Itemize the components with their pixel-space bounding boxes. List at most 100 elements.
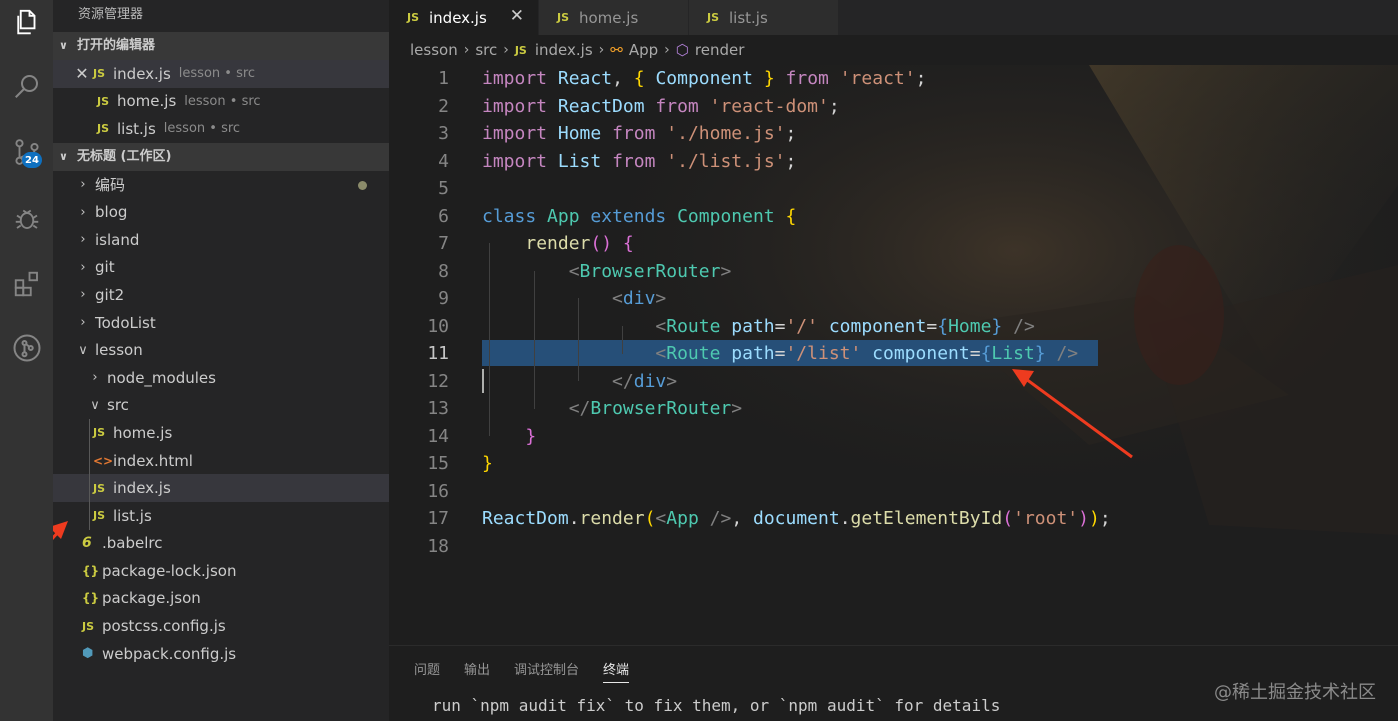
chevron-right-icon: › [463,42,470,58]
breadcrumb-item[interactable]: index.js [535,41,593,59]
chevron-right-icon: › [80,232,86,248]
js-file-icon: JS [707,11,720,24]
open-editor-item[interactable]: JS list.js lesson • src [53,115,389,143]
open-editors-header[interactable]: ∨ 打开的编辑器 [53,32,389,60]
tab-list-js[interactable]: JS list.js [689,0,839,35]
explorer-sidebar: 资源管理器 ∨ 打开的编辑器 ✕ JS index.js lesson • sr… [53,0,389,721]
code-line: 5 [438,178,449,199]
activity-bar: 24 [0,0,53,721]
chevron-right-icon: › [80,315,86,331]
file-item[interactable]: <> index.html [53,446,389,475]
code-line: 9 <div> [438,288,667,309]
babel-file-icon: 6 [82,535,92,552]
js-file-icon: JS [557,11,570,24]
editor-tabs: JS index.js ✕ JS home.js JS list.js [389,0,1398,35]
close-icon[interactable]: ✕ [510,6,524,26]
chevron-down-icon: ∨ [90,397,100,413]
chevron-down-icon: ∨ [78,342,88,358]
extensions-icon[interactable] [0,262,53,306]
breadcrumb-item[interactable]: src [475,41,497,59]
html-file-icon: <> [93,453,114,468]
folder-item-lesson[interactable]: ∨ lesson [53,336,389,364]
code-line: 3 import Home from './home.js'; [438,123,797,144]
debug-icon[interactable] [0,196,53,240]
js-file-icon: JS [82,619,95,633]
tab-terminal[interactable]: 终端 [603,659,630,683]
js-file-icon: JS [93,481,106,495]
breadcrumb-item[interactable]: App [629,41,658,59]
workspace-header[interactable]: ∨ 无标题 (工作区) [53,142,389,171]
bottom-panel: 问题 输出 调试控制台 终端 run `npm audit fix` to fi… [389,645,1398,721]
code-line: 2 import ReactDom from 'react-dom'; [438,95,840,117]
tab-index-js[interactable]: JS index.js ✕ [389,0,539,35]
tab-debug-console[interactable]: 调试控制台 [514,659,579,683]
file-item[interactable]: ⬢ webpack.config.js [53,640,389,668]
js-file-icon: JS [93,67,106,81]
file-path-desc: lesson • src [163,121,241,137]
code-line: 7 render() { [438,233,634,254]
code-line: 12 </div> [427,370,678,392]
file-name: home.js [117,92,177,111]
folder-item[interactable]: › 编码 [53,171,389,199]
code-line-selected: 11 <Route path='/list' component={List} … [427,343,1079,364]
breadcrumb: lesson › src › JS index.js › ⚯ App › ⬡ r… [389,35,1398,65]
folder-item[interactable]: › git [53,254,389,282]
source-control-icon[interactable]: 24 [0,130,53,174]
folder-item[interactable]: › island [53,226,389,254]
git-graph-icon[interactable] [0,326,53,370]
code-line: 15} [427,453,493,474]
chevron-right-icon: › [80,204,86,220]
folder-item[interactable]: › node_modules [53,364,389,392]
tab-output[interactable]: 输出 [464,659,490,683]
code-line: 4 import List from './list.js'; [438,150,797,172]
tab-problems[interactable]: 问题 [414,659,440,683]
file-item[interactable]: {} package-lock.json [53,557,389,585]
terminal-output[interactable]: run `npm audit fix` to fix them, or `npm… [432,696,1000,715]
panel-tabs: 问题 输出 调试控制台 终端 [414,659,653,683]
js-file-icon: JS [93,426,106,440]
folder-item[interactable]: › blog [53,198,389,226]
code-line: 16 [427,480,449,502]
js-file-icon: JS [514,43,527,57]
breadcrumb-item[interactable]: render [695,41,745,59]
search-icon[interactable] [0,64,53,108]
explorer-icon[interactable] [0,0,53,44]
modified-dot-icon [358,180,367,190]
watermark: @稀土掘金技术社区 [1214,682,1376,703]
chevron-down-icon: ∨ [59,149,68,163]
webpack-file-icon: ⬢ [82,646,94,662]
chevron-right-icon: › [664,42,670,58]
explorer-title: 资源管理器 [78,7,144,22]
chevron-right-icon: › [80,259,86,275]
folder-item-src[interactable]: ∨ src [53,392,389,420]
file-path-desc: lesson • src [184,93,261,109]
code-line: 14 } [427,425,537,447]
folder-item[interactable]: › TodoList [53,309,389,337]
json-file-icon: {} [82,591,100,606]
file-name: index.js [113,64,171,83]
file-path-desc: lesson • src [178,66,256,82]
file-item[interactable]: {} package.json [53,585,389,613]
open-editor-item[interactable]: JS home.js lesson • src [53,88,389,116]
js-file-icon: JS [407,11,420,24]
code-editor[interactable]: 1 import React, { Component } from 'react… [389,65,1398,645]
file-item[interactable]: JS home.js [53,419,389,447]
breadcrumb-item[interactable]: lesson [410,41,458,59]
chevron-down-icon: ∨ [59,39,68,52]
chevron-right-icon: › [503,42,509,58]
chevron-right-icon: › [80,177,86,193]
file-item[interactable]: JS postcss.config.js [53,612,389,640]
file-name: list.js [117,119,156,138]
open-editor-item[interactable]: ✕ JS index.js lesson • src [53,60,389,88]
code-line: 17 ReactDom.render(<App />, document.getE… [427,508,1111,529]
file-item[interactable]: JS list.js [53,501,389,530]
js-file-icon: JS [97,94,110,108]
folder-item[interactable]: › git2 [53,281,389,309]
tab-home-js[interactable]: JS home.js [539,0,689,35]
chevron-right-icon: › [598,42,605,58]
code-line: 1 import React, { Component } from 'react… [438,68,927,89]
file-item[interactable]: 6 .babelrc [53,530,389,558]
file-item-selected[interactable]: JS index.js [53,474,389,502]
scm-badge: 24 [22,152,42,168]
close-icon[interactable]: ✕ [73,64,91,83]
